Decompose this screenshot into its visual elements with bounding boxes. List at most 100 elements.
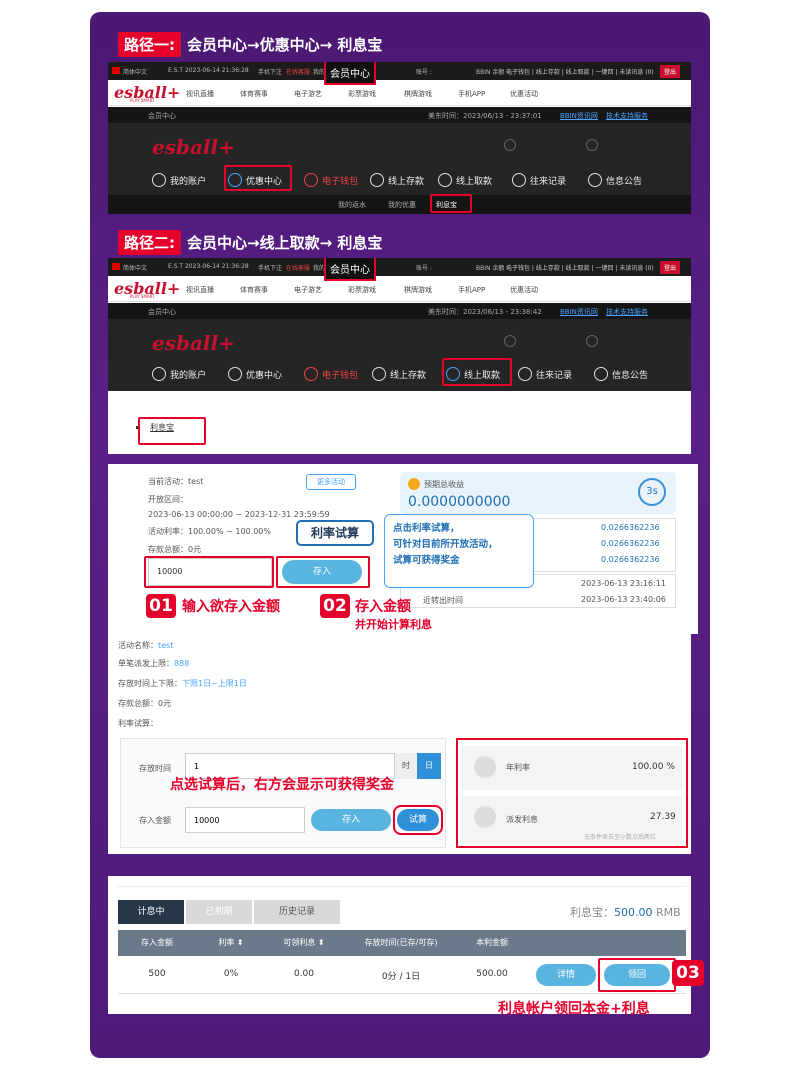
tab-rebate[interactable]: 我的返水 [338, 200, 366, 210]
rate-value: 100.00 % [632, 762, 675, 772]
unit-day-button[interactable]: 日 [417, 753, 441, 779]
promo-highlight [224, 165, 292, 191]
member-logo: esball+ [152, 331, 235, 355]
calc-panel: 活动名称：test 单笔派发上限：888 存放时间上下限：下限1日~上限1日 存… [108, 634, 691, 854]
menu-promo[interactable]: 优惠中心 [228, 367, 282, 381]
last-out-label: 近转出时间 [423, 596, 463, 605]
detail-button[interactable]: 详情 [536, 964, 596, 986]
cell-total: 500.00 [476, 969, 508, 979]
screenshot-path2: 简体中文 E.S.T 2023-06-14 21:36:28 手机下注 在线客服… [108, 258, 691, 454]
nav-chess[interactable]: 棋牌游戏 [404, 89, 432, 99]
more-activities-button[interactable]: 更多活动 [306, 474, 356, 490]
menu-news[interactable]: 信息公告 [594, 367, 648, 381]
nav-promo[interactable]: 优惠活动 [510, 89, 538, 99]
top-bar: 简体中文 E.S.T 2023-06-14 21:36:28 手机下注 在线客服… [108, 62, 691, 80]
path2-tag: 路径二: [118, 230, 181, 255]
nav-app[interactable]: 手机APP [458, 285, 485, 295]
logout-button[interactable]: 登出 [660, 261, 681, 274]
tab-history[interactable]: 历史记录 [254, 900, 340, 924]
wallet-icon [304, 173, 318, 187]
coin-icon [586, 335, 598, 347]
interest-row: 派发利息 27.39 无条件舍去至小数点后两位 [462, 796, 682, 844]
th-rate[interactable]: 利率 ⬍ [196, 930, 266, 956]
coin-icon [408, 478, 420, 490]
nav-app[interactable]: 手机APP [458, 89, 485, 99]
menu-wallet[interactable]: 电子钱包 [304, 173, 358, 187]
tech-support-link[interactable]: 技术支持服务 [606, 307, 648, 317]
online-service-link[interactable]: 在线客服 [286, 263, 310, 272]
menu-withdraw[interactable]: 线上取款 [438, 173, 492, 187]
menu-deposit[interactable]: 线上存款 [370, 173, 424, 187]
nav-live[interactable]: 视讯直播 [186, 89, 214, 99]
step-02-badge: 02 [320, 594, 350, 618]
deposit-highlight [276, 556, 370, 588]
tab-accruing[interactable]: 计息中 [118, 900, 184, 924]
breadcrumb: 会员中心 [148, 112, 176, 120]
step-03-text: 利息帐户领回本金+利息 [498, 1001, 650, 1017]
bbin-news-link[interactable]: BBIN资讯网 [560, 111, 598, 121]
step-01-badge: 01 [146, 594, 176, 618]
menu-account[interactable]: 我的账户 [152, 367, 206, 381]
member-center-highlight[interactable]: 会员中心 [324, 62, 376, 85]
nav-sports[interactable]: 体育赛事 [240, 89, 268, 99]
phone-bet-link[interactable]: 手机下注 [258, 263, 282, 272]
nav-egames[interactable]: 电子游艺 [294, 285, 322, 295]
top-links[interactable]: 电子钱包 | 线上存款 | 线上取款 | 一键回 | 未读讯息 (0) [506, 67, 654, 76]
th-claimable[interactable]: 可领利息 ⬍ [266, 930, 342, 956]
period-value: 2023-06-13 00:00:00 ~ 2023-12-31 23:59:5… [148, 510, 330, 519]
menu-records[interactable]: 往来记录 [512, 173, 566, 187]
menu-wallet[interactable]: 电子钱包 [304, 367, 358, 381]
step-03-badge: 03 [672, 960, 704, 986]
member-center-highlight-2[interactable]: 会员中心 [324, 258, 376, 281]
nav-sports[interactable]: 体育赛事 [240, 285, 268, 295]
phone-bet-link[interactable]: 手机下注 [258, 67, 282, 76]
bell-icon [588, 173, 602, 187]
bbin-news-link[interactable]: BBIN资讯网 [560, 307, 598, 317]
nav-chess[interactable]: 棋牌游戏 [404, 285, 432, 295]
tab-my-promo[interactable]: 我的优惠 [388, 200, 416, 210]
nav-lottery[interactable]: 彩票游戏 [348, 285, 376, 295]
nav-lottery[interactable]: 彩票游戏 [348, 89, 376, 99]
logout-button[interactable]: 登出 [660, 65, 681, 78]
menu-records[interactable]: 往来记录 [518, 367, 572, 381]
online-service-link[interactable]: 在线客服 [286, 67, 310, 76]
bell-icon [594, 367, 608, 381]
account-label: 账号 : [416, 69, 432, 76]
menu-news[interactable]: 信息公告 [588, 173, 642, 187]
expected-value: 0.0000000000 [408, 494, 511, 510]
lang-select[interactable]: 简体中文 [123, 263, 147, 272]
menu-deposit[interactable]: 线上存款 [372, 367, 426, 381]
calc-tag: 利率试算 [296, 520, 374, 546]
name-row: 活动名称：test [118, 641, 174, 650]
tip-bubble: 点击利率试算， 可针对目前所开放活动， 试算可获得奖金 [384, 514, 534, 588]
cell-amount: 500 [148, 969, 166, 979]
date-2: 2023-06-13 23:40:06 [581, 595, 666, 604]
member-header: esball+ 我的账户 优惠中心 电子钱包 线上存款 线上取款 往来记录 信息… [108, 123, 691, 195]
sub-bar: 会员中心 美东时间：2023/06/13 - 23:37:01 BBIN资讯网 … [108, 107, 691, 123]
lang-select[interactable]: 简体中文 [123, 67, 147, 76]
path2-title: 路径二: 会员中心→线上取款→ 利息宝 [118, 230, 382, 255]
amount-input-2[interactable]: 10000 [185, 807, 305, 833]
menu-account[interactable]: 我的账户 [152, 173, 206, 187]
timer-badge: 3s [638, 478, 666, 506]
deposit-icon [372, 367, 386, 381]
nav-egames[interactable]: 电子游艺 [294, 89, 322, 99]
cell-duration: 0分 / 1日 [381, 972, 421, 982]
balance-label: BBIN 余额 : [476, 69, 509, 76]
deposit-button-2[interactable]: 存入 [311, 809, 391, 831]
nav-promo[interactable]: 优惠活动 [510, 285, 538, 295]
logo-slogan: PLAY SMART [130, 98, 155, 103]
top-links[interactable]: 电子钱包 | 线上存款 | 线上取款 | 一键回 | 未读讯息 (0) [506, 263, 654, 272]
value-1: 0.0266362236 [601, 523, 660, 532]
est-time: E.S.T 2023-06-14 21:36:28 [168, 67, 249, 74]
main-nav-2: esball+ PLAY SMART 视讯直播 体育赛事 电子游艺 彩票游戏 棋… [108, 276, 691, 302]
path1-tag: 路径一: [118, 32, 181, 57]
cell-rate: 0% [223, 969, 239, 979]
rate-row: 年利率 100.00 % [462, 746, 682, 790]
tab-expired[interactable]: 已到期 [186, 900, 252, 924]
nav-live[interactable]: 视讯直播 [186, 285, 214, 295]
gift-icon [228, 367, 242, 381]
th-actions [524, 930, 686, 956]
tech-support-link[interactable]: 技术支持服务 [606, 111, 648, 121]
unit-hour-button[interactable]: 时 [395, 753, 417, 779]
